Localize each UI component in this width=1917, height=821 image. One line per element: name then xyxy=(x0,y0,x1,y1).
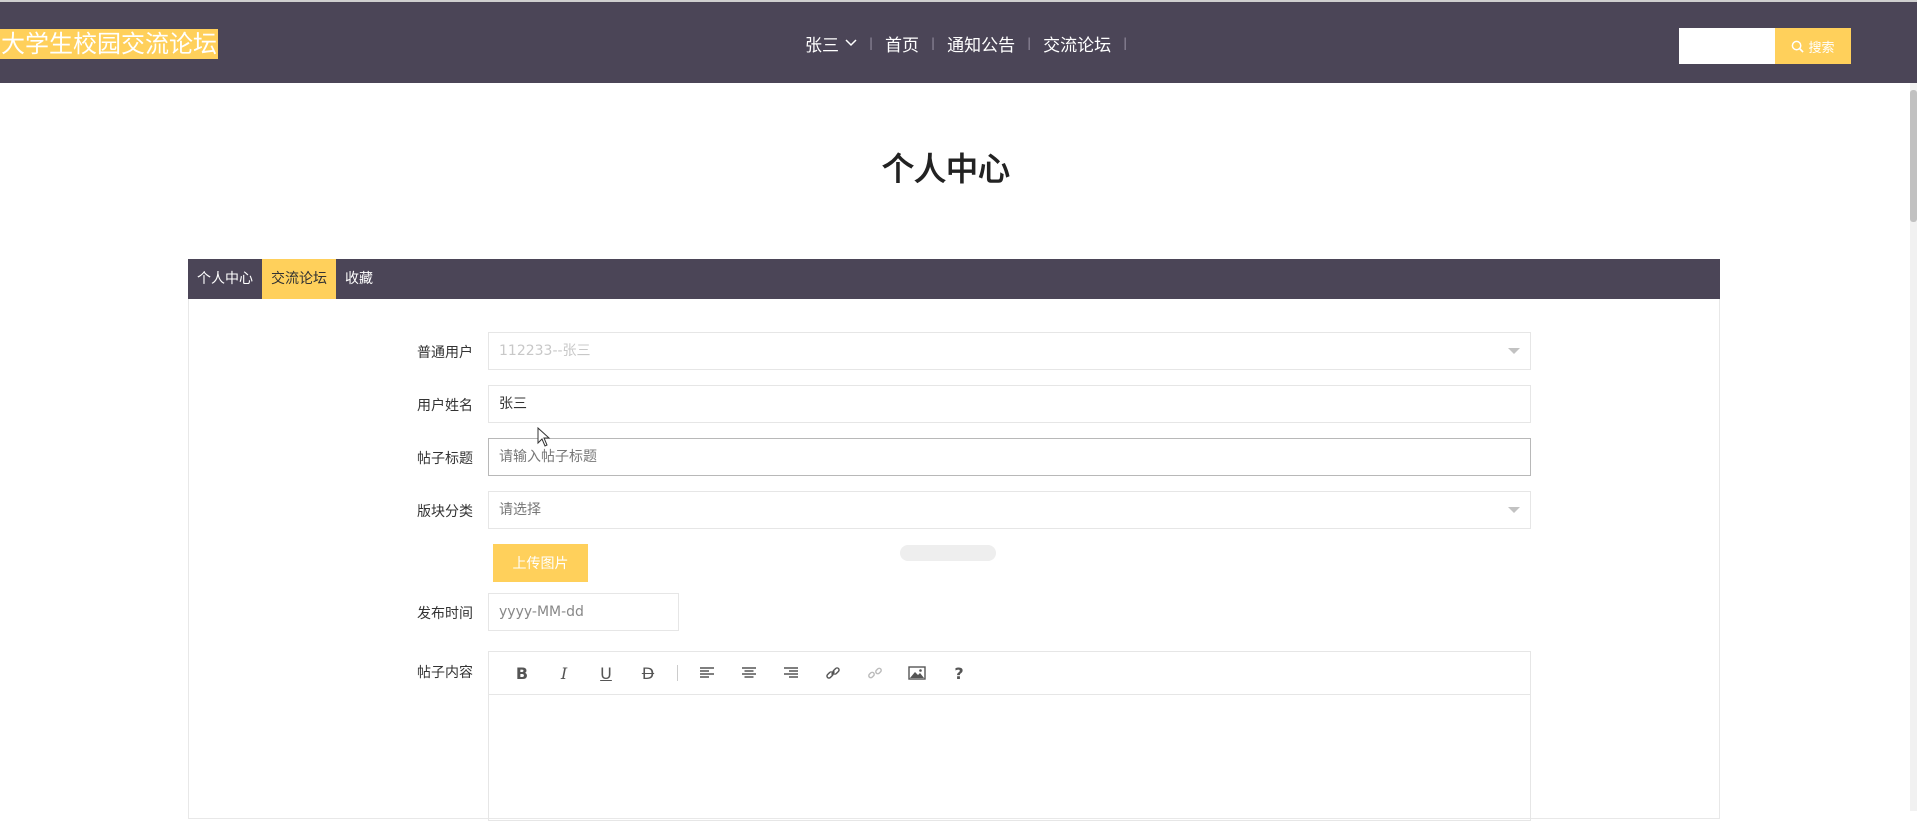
user-menu[interactable]: 张三 xyxy=(805,31,857,56)
align-center-icon[interactable] xyxy=(728,652,770,694)
tab-bar: 个人中心 交流论坛 收藏 xyxy=(188,259,1720,299)
mouse-cursor-icon xyxy=(537,426,551,451)
scrollbar-thumb[interactable] xyxy=(1910,90,1917,222)
username-label: 用户姓名 xyxy=(417,398,473,414)
chevron-down-icon xyxy=(845,36,857,50)
italic-icon[interactable]: I xyxy=(543,652,585,694)
caret-down-icon xyxy=(1508,507,1520,513)
link-icon[interactable] xyxy=(812,652,854,694)
publish-time-placeholder: yyyy-MM-dd xyxy=(499,604,584,620)
unlink-icon[interactable] xyxy=(854,652,896,694)
publish-time-input[interactable]: yyyy-MM-dd xyxy=(488,593,679,631)
nav-separator: | xyxy=(1123,36,1128,50)
nav-separator: | xyxy=(931,36,936,50)
nav-separator: | xyxy=(1027,36,1032,50)
upload-progress-bar xyxy=(900,545,996,561)
publish-time-label: 发布时间 xyxy=(417,606,473,622)
upload-image-button[interactable]: 上传图片 xyxy=(493,544,588,582)
search-input[interactable] xyxy=(1679,28,1775,64)
category-label: 版块分类 xyxy=(417,504,473,520)
user-type-value: 112233--张三 xyxy=(499,343,591,359)
category-value: 请选择 xyxy=(499,502,541,518)
editor-toolbar: B I U D ? xyxy=(489,652,1530,695)
search-button-label: 搜索 xyxy=(1808,39,1835,55)
post-title-placeholder: 请输入帖子标题 xyxy=(499,449,597,465)
caret-down-icon xyxy=(1508,348,1520,354)
site-title[interactable]: 大学生校园交流论坛 xyxy=(0,29,218,59)
underline-icon[interactable]: U xyxy=(585,652,627,694)
strikethrough-icon[interactable]: D xyxy=(627,652,669,694)
search-button[interactable]: 搜索 xyxy=(1775,28,1851,64)
content-editor[interactable]: B I U D ? xyxy=(488,651,1531,821)
main-nav: 张三 | 首页 | 通知公告 | 交流论坛 | xyxy=(805,30,1139,56)
username-value: 张三 xyxy=(499,396,527,412)
nav-notices[interactable]: 通知公告 xyxy=(947,31,1015,56)
toolbar-divider xyxy=(677,665,678,681)
page-title: 个人中心 xyxy=(881,150,1010,188)
bold-icon[interactable]: B xyxy=(501,652,543,694)
nav-forum[interactable]: 交流论坛 xyxy=(1043,31,1111,56)
content-label: 帖子内容 xyxy=(417,665,473,681)
username-field[interactable]: 张三 xyxy=(488,385,1531,423)
tab-favorites[interactable]: 收藏 xyxy=(336,259,382,299)
post-title-input[interactable]: 请输入帖子标题 xyxy=(488,438,1531,476)
user-type-select[interactable]: 112233--张三 xyxy=(488,332,1531,370)
top-navbar: 大学生校园交流论坛 张三 | 首页 | 通知公告 | 交流论坛 | 搜索 xyxy=(0,0,1917,83)
help-icon[interactable]: ? xyxy=(938,652,980,694)
tab-forum[interactable]: 交流论坛 xyxy=(262,259,336,299)
user-name: 张三 xyxy=(805,35,839,56)
image-icon[interactable] xyxy=(896,652,938,694)
user-type-label: 普通用户 xyxy=(417,345,473,361)
search-icon xyxy=(1792,40,1805,53)
category-select[interactable]: 请选择 xyxy=(488,491,1531,529)
tab-personal-center[interactable]: 个人中心 xyxy=(188,259,262,299)
nav-separator: | xyxy=(869,36,874,50)
align-left-icon[interactable] xyxy=(686,652,728,694)
nav-home[interactable]: 首页 xyxy=(885,31,919,56)
post-title-label: 帖子标题 xyxy=(417,451,473,467)
align-right-icon[interactable] xyxy=(770,652,812,694)
